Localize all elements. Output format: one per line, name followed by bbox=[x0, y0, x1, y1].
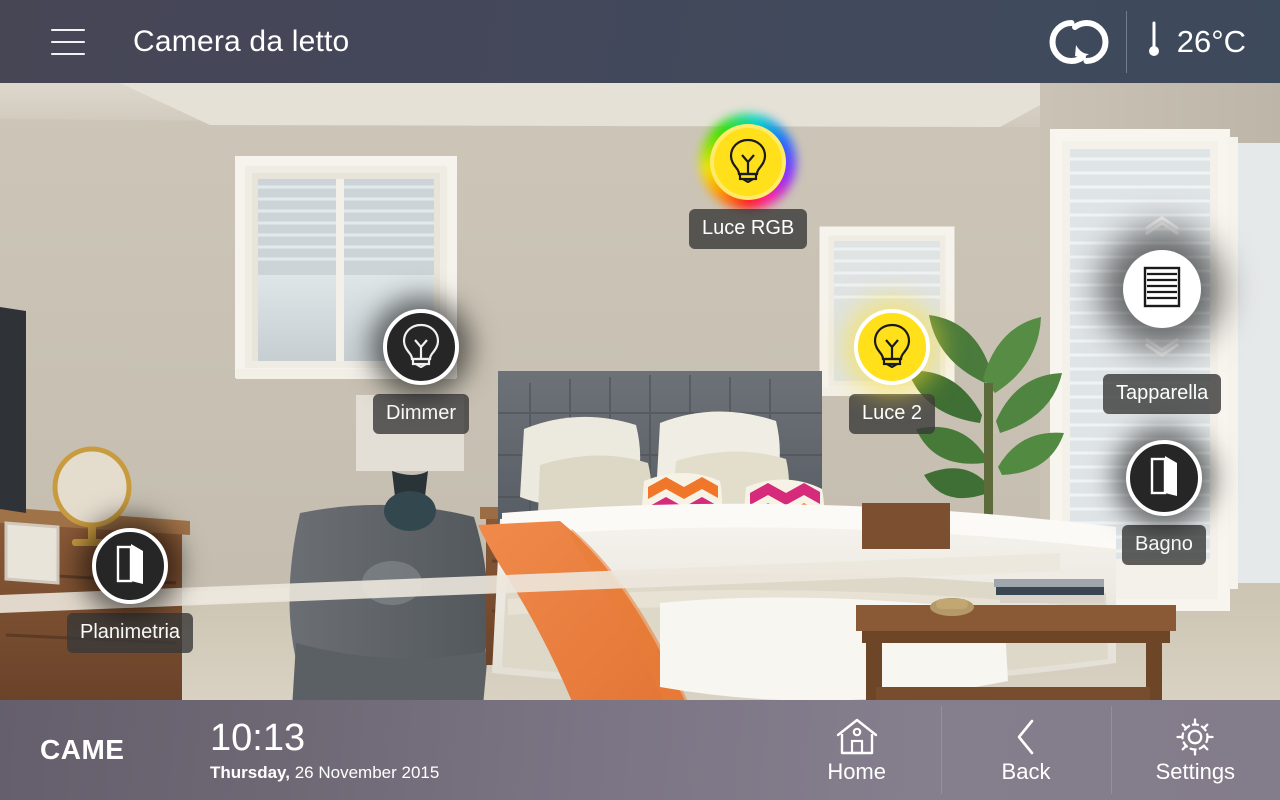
clock-time: 10:13 bbox=[210, 717, 306, 759]
gear-icon bbox=[1174, 717, 1216, 757]
nav-button-settings[interactable]: Settings bbox=[1110, 700, 1280, 800]
temperature-indicator: 26°C bbox=[1131, 19, 1280, 64]
bagno-navigate-button[interactable] bbox=[1125, 440, 1202, 516]
device-widget-luce-rgb[interactable]: Luce RGB bbox=[689, 114, 808, 249]
dimmer-toggle-button[interactable] bbox=[383, 309, 459, 385]
bottom-navigation: Home Back Settings bbox=[772, 700, 1280, 800]
device-label-planimetria: Planimetria bbox=[67, 613, 194, 653]
top-header-bar: Camera da letto 26°C bbox=[0, 0, 1280, 83]
nav-label-home: Home bbox=[827, 759, 886, 784]
came-brand-logo: CAME bbox=[40, 734, 125, 765]
hamburger-line bbox=[51, 28, 85, 31]
thermometer-icon bbox=[1147, 19, 1161, 64]
device-widget-planimetria[interactable]: Planimetria bbox=[67, 528, 194, 653]
page-title: Camera da letto bbox=[133, 24, 350, 58]
clock-date-value: 26 November 2015 bbox=[294, 763, 440, 782]
chevron-left-icon bbox=[1012, 717, 1040, 757]
planimetria-navigate-button[interactable] bbox=[92, 528, 169, 604]
open-door-icon bbox=[111, 542, 149, 591]
device-label-tapparella: Tapparella bbox=[1103, 374, 1222, 414]
came-rings-logo-icon bbox=[1034, 0, 1124, 83]
clock-weekday: Thursday, bbox=[210, 763, 290, 782]
chevron-down-icon[interactable] bbox=[1142, 338, 1182, 365]
house-icon bbox=[835, 717, 879, 757]
hamburger-line bbox=[51, 52, 85, 55]
device-label-luce-2: Luce 2 bbox=[849, 394, 936, 434]
smart-home-room-screen: Camera da letto 26°C Luce RGB Dimmer Luc… bbox=[0, 0, 1280, 800]
nav-label-back: Back bbox=[1001, 759, 1051, 784]
hamburger-line bbox=[51, 40, 85, 43]
tapparella-stop-button[interactable] bbox=[1123, 250, 1202, 328]
clock-block: 10:13 Thursday, 26 November 2015 bbox=[205, 700, 772, 800]
chevron-up-icon[interactable] bbox=[1142, 213, 1182, 240]
lightbulb-icon bbox=[726, 137, 770, 188]
open-door-icon bbox=[1145, 454, 1183, 503]
device-widget-luce-2[interactable]: Luce 2 bbox=[849, 309, 936, 434]
window-blinds-icon bbox=[1141, 265, 1183, 314]
nav-label-settings: Settings bbox=[1155, 759, 1236, 784]
lightbulb-icon bbox=[870, 322, 914, 373]
luce-rgb-toggle-button[interactable] bbox=[700, 114, 797, 210]
bottom-bar: CAME 10:13 Thursday, 26 November 2015 Ho… bbox=[0, 700, 1280, 800]
nav-button-back[interactable]: Back bbox=[941, 700, 1110, 800]
device-label-luce-rgb: Luce RGB bbox=[689, 209, 808, 249]
device-label-bagno: Bagno bbox=[1122, 525, 1206, 565]
device-widget-tapparella[interactable]: Tapparella bbox=[1103, 213, 1222, 414]
clock-date: Thursday, 26 November 2015 bbox=[210, 764, 772, 781]
temperature-value: 26°C bbox=[1176, 23, 1246, 59]
header-right-group: 26°C bbox=[1034, 0, 1280, 83]
device-widget-bagno[interactable]: Bagno bbox=[1122, 440, 1206, 565]
header-divider bbox=[1125, 10, 1127, 73]
device-label-dimmer: Dimmer bbox=[373, 394, 469, 434]
hamburger-menu-icon[interactable] bbox=[51, 28, 85, 55]
luce-2-toggle-button[interactable] bbox=[854, 309, 931, 385]
lightbulb-icon bbox=[399, 322, 443, 373]
nav-button-home[interactable]: Home bbox=[772, 700, 941, 800]
device-widget-dimmer[interactable]: Dimmer bbox=[373, 309, 469, 434]
